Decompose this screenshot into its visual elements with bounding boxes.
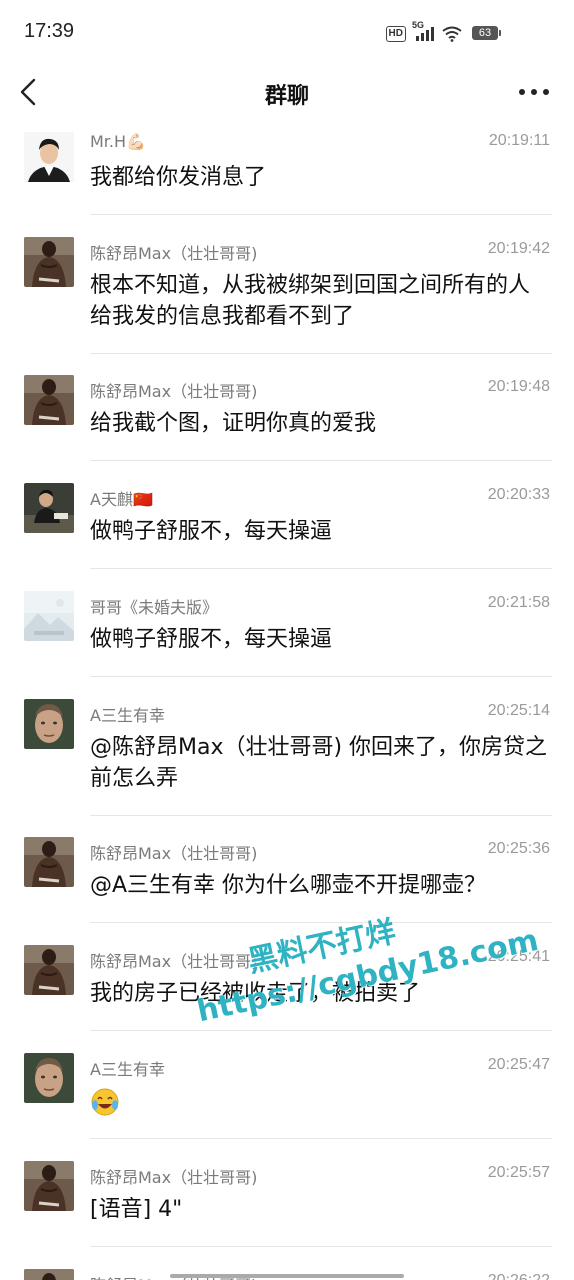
message-time: 20:19:48 [487,378,550,395]
message-text: 我的房子已经被收走了，被拍卖了 [90,981,421,1006]
sender-name: 哥哥《未婚夫版》 [90,598,219,617]
face-avatar[interactable] [24,699,74,749]
message-time: 20:19:42 [487,240,550,257]
divider [90,676,552,677]
signal-icon: 5G [412,20,436,42]
man-cartoon-avatar[interactable] [24,132,74,182]
message-time: 20:25:14 [487,702,550,719]
message-time: 20:21:58 [487,594,550,611]
muscle-man-avatar[interactable] [24,945,74,995]
message-text: 给我截个图，证明你真的爱我 [90,411,377,436]
sender-name: 陈舒昂Max（壮壮哥哥) [90,244,258,263]
sender-name: 陈舒昂Max（壮壮哥哥) [90,1168,258,1187]
sender-name: A天麒🇨🇳 [90,490,153,509]
muscle-man-avatar[interactable] [24,1269,74,1280]
nav-bar: 群聊 [0,64,574,124]
muscle-man-avatar[interactable] [24,237,74,287]
divider [90,1246,552,1247]
divider [90,1138,552,1139]
sender-name: 陈舒昂Max（壮壮哥哥) [90,382,258,401]
message-text: @陈舒昂Max（壮壮哥哥) 你回来了，你房贷之前怎么弄 [90,735,548,791]
message-time: 20:25:57 [487,1164,550,1181]
desk-man-avatar[interactable] [24,483,74,533]
sender-name: A三生有幸 [90,1060,165,1079]
muscle-man-avatar[interactable] [24,1161,74,1211]
divider [90,568,552,569]
message-text: @A三生有幸 你为什么哪壶不开提哪壶？ [90,873,487,898]
face-avatar[interactable] [24,1053,74,1103]
message-time: 20:26:22 [488,1272,550,1280]
message-time: 20:25:41 [487,948,550,965]
message-text: 做鸭子舒服不，每天操逼 [90,627,333,652]
status-icons: HD 5G [385,20,462,42]
message-text: [语音] 4" [90,1197,183,1222]
message-text: 根本不知道，从我被绑架到回国之间所有的人给我发的信息我都看不到了 [90,273,531,329]
divider [90,815,552,816]
divider [90,353,552,354]
laughing-crying-emoji-icon [91,1088,119,1116]
sender-name: 陈舒昂Max（壮壮哥哥) [90,844,258,863]
placeholder-avatar[interactable] [24,591,74,641]
message-text: 我都给你发消息了 [90,165,267,190]
message-feed[interactable]: Mr.H💪🏻 20:19:11 我都给你发消息了 陈舒昂Max（壮壮哥哥) 20… [0,124,574,1280]
status-bar: 17:39 HD 5G 63 [0,0,574,64]
message-text [90,1086,550,1117]
sender-name: 陈舒昂Max（壮壮哥哥) [90,952,258,971]
message-time: 20:25:36 [487,840,550,857]
divider [90,1030,552,1031]
sender-name: A三生有幸 [90,706,165,725]
page-title: 群聊 [264,84,309,109]
divider [90,214,552,215]
muscle-man-avatar[interactable] [24,375,74,425]
more-icon [519,89,549,95]
status-time: 17:39 [24,20,75,42]
wifi-icon [442,26,462,42]
message-text: 做鸭子舒服不，每天操逼 [90,519,333,544]
battery-icon: 63 [472,26,501,40]
muscle-man-avatar[interactable] [24,837,74,887]
divider [90,922,552,923]
message-time: 20:20:33 [487,486,550,503]
more-button[interactable] [516,78,552,106]
message-time: 20:25:47 [487,1056,550,1073]
divider [90,460,552,461]
sender-name: Mr.H💪🏻 [90,132,146,151]
message-time: 20:19:11 [488,132,550,149]
home-indicator[interactable] [170,1274,404,1278]
hd-icon: HD [385,26,406,42]
